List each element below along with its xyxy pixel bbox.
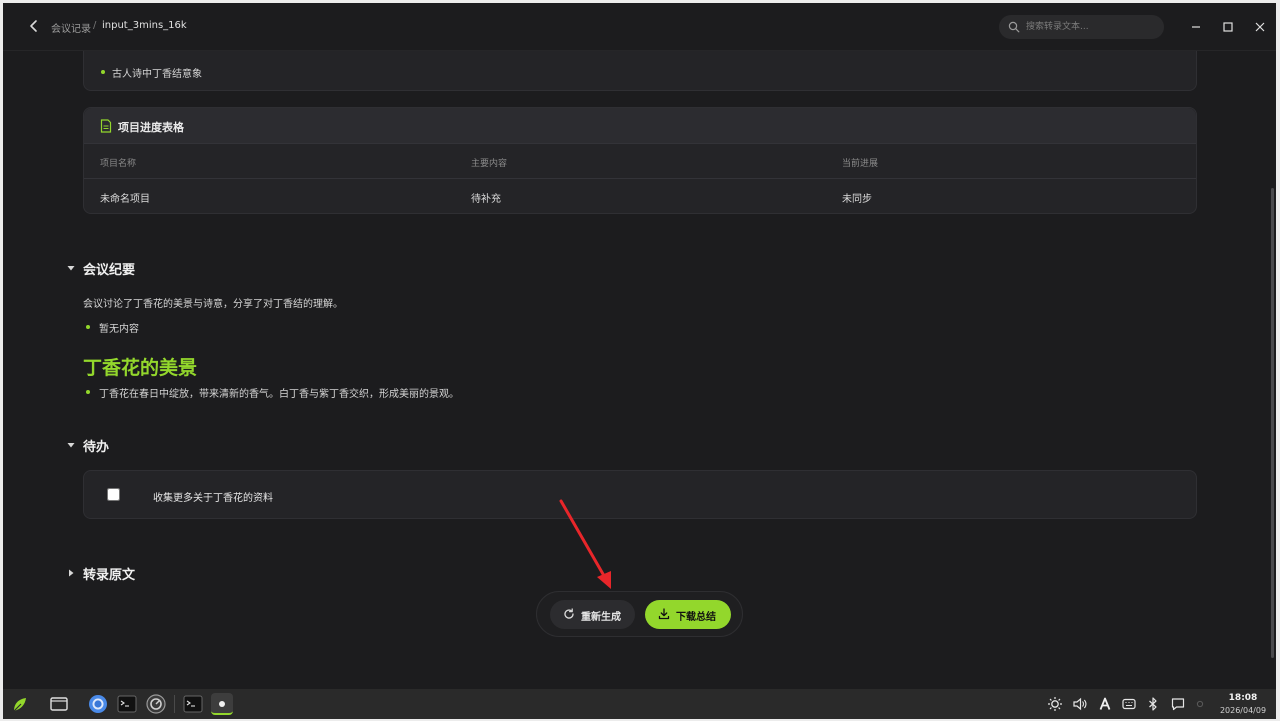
brightness-button[interactable] xyxy=(1047,696,1063,712)
bluetooth-button[interactable] xyxy=(1145,696,1161,712)
summary-heading: 丁香花的美景 xyxy=(83,357,198,379)
annotation-arrow-icon xyxy=(559,499,611,589)
close-icon xyxy=(1255,22,1265,32)
refresh-icon xyxy=(564,608,574,619)
progress-table-card: 项目进度表格 项目名称 主要内容 当前进展 未命名项目 待补充 未同步 xyxy=(83,107,1197,214)
download-summary-button[interactable]: 下载总结 xyxy=(645,600,731,629)
keyboard-button[interactable] xyxy=(1121,696,1137,712)
breadcrumb-separator: / xyxy=(93,20,97,31)
caret-down-icon xyxy=(67,443,75,448)
taskbar-terminal[interactable] xyxy=(116,693,138,715)
taskbar-chrome[interactable] xyxy=(87,693,109,715)
chrome-icon xyxy=(89,695,107,713)
todo-text: 收集更多关于丁香花的资料 xyxy=(153,493,273,504)
taskbar-active-app[interactable] xyxy=(211,693,233,715)
taskbar-settings[interactable] xyxy=(145,693,167,715)
power-indicator[interactable] xyxy=(1195,696,1205,712)
letter-a-icon xyxy=(1099,697,1111,710)
taskbar-terminal-window[interactable] xyxy=(182,693,204,715)
action-bar: 重新生成 下载总结 xyxy=(536,591,743,637)
bullet-dot xyxy=(101,70,105,74)
regenerate-button[interactable]: 重新生成 xyxy=(550,600,635,629)
table-header-content: 主要内容 xyxy=(471,159,508,169)
keyword-item: 古人诗中丁香结意象 xyxy=(112,69,202,80)
bullet-dot xyxy=(86,390,90,394)
bullet-dot xyxy=(86,325,90,329)
summary-bullet: 暂无内容 xyxy=(99,324,139,335)
taskbar-separator xyxy=(174,695,175,713)
table-cell: 未同步 xyxy=(842,194,872,205)
volume-button[interactable] xyxy=(1072,696,1088,712)
keyboard-icon xyxy=(1122,698,1136,710)
summary-heading-bullet: 丁香花在春日中绽放，带来清新的香气。白丁香与紫丁香交织，形成美丽的景观。 xyxy=(99,389,459,400)
close-button[interactable] xyxy=(1250,17,1270,37)
gear-icon xyxy=(146,694,166,714)
progress-table-title: 项目进度表格 xyxy=(118,121,184,134)
summary-intro: 会议讨论了丁香花的美景与诗意，分享了对丁香结的理解。 xyxy=(83,299,343,310)
table-header-status: 当前进展 xyxy=(842,159,879,169)
launcher-button[interactable] xyxy=(9,693,31,715)
clock-time[interactable]: 18:08 xyxy=(1215,693,1271,703)
breadcrumb-parent[interactable]: 会议记录 xyxy=(51,20,91,35)
search-input[interactable] xyxy=(1026,15,1156,39)
window-icon xyxy=(50,697,68,711)
sun-icon xyxy=(1048,697,1062,711)
caret-down-icon xyxy=(67,266,75,271)
table-cell: 未命名项目 xyxy=(100,194,150,205)
minimize-icon xyxy=(1192,26,1200,28)
chevron-left-icon xyxy=(30,20,37,32)
bluetooth-icon xyxy=(1149,697,1157,711)
caret-right-icon xyxy=(69,569,74,577)
document-icon xyxy=(100,119,112,133)
taskbar-multitask-button[interactable] xyxy=(48,693,70,715)
chat-bubble-icon xyxy=(1171,698,1185,711)
progress-table-header: 项目进度表格 xyxy=(84,108,1196,144)
breadcrumb-current: input_3mins_16k xyxy=(102,20,187,31)
back-button[interactable] xyxy=(25,17,43,35)
title-bar: 会议记录 / input_3mins_16k xyxy=(3,3,1276,51)
table-cell: 待补充 xyxy=(471,194,501,205)
app-dot-icon xyxy=(219,701,225,707)
table-divider xyxy=(84,178,1196,179)
notification-button[interactable] xyxy=(1170,696,1186,712)
circle-icon xyxy=(1196,700,1204,708)
download-label: 下载总结 xyxy=(676,612,716,623)
section-todo-title: 待办 xyxy=(83,440,110,455)
search-box[interactable] xyxy=(999,15,1164,39)
section-transcript-title: 转录原文 xyxy=(83,568,136,583)
minimize-button[interactable] xyxy=(1186,17,1206,37)
search-icon xyxy=(1008,21,1020,33)
todo-item: 收集更多关于丁香花的资料 xyxy=(83,470,1197,519)
clock-date[interactable]: 2026/04/09 xyxy=(1215,706,1271,715)
terminal-icon xyxy=(183,695,203,713)
leaf-logo-icon xyxy=(12,698,26,713)
todo-checkbox[interactable] xyxy=(107,488,120,501)
maximize-icon xyxy=(1223,22,1233,32)
speaker-icon xyxy=(1073,697,1087,711)
input-method-button[interactable] xyxy=(1097,696,1113,712)
maximize-button[interactable] xyxy=(1218,17,1238,37)
app-window: 会议记录 / input_3mins_16k 古人诗中丁香结意象 项目进度表格 … xyxy=(3,3,1276,689)
table-header-name: 项目名称 xyxy=(100,159,137,169)
taskbar: 18:08 2026/04/09 xyxy=(3,689,1276,719)
section-summary-title: 会议纪要 xyxy=(83,263,136,278)
download-icon xyxy=(658,608,670,620)
terminal-icon xyxy=(117,695,137,713)
regenerate-label: 重新生成 xyxy=(581,612,621,623)
scrollbar[interactable] xyxy=(1271,188,1274,658)
